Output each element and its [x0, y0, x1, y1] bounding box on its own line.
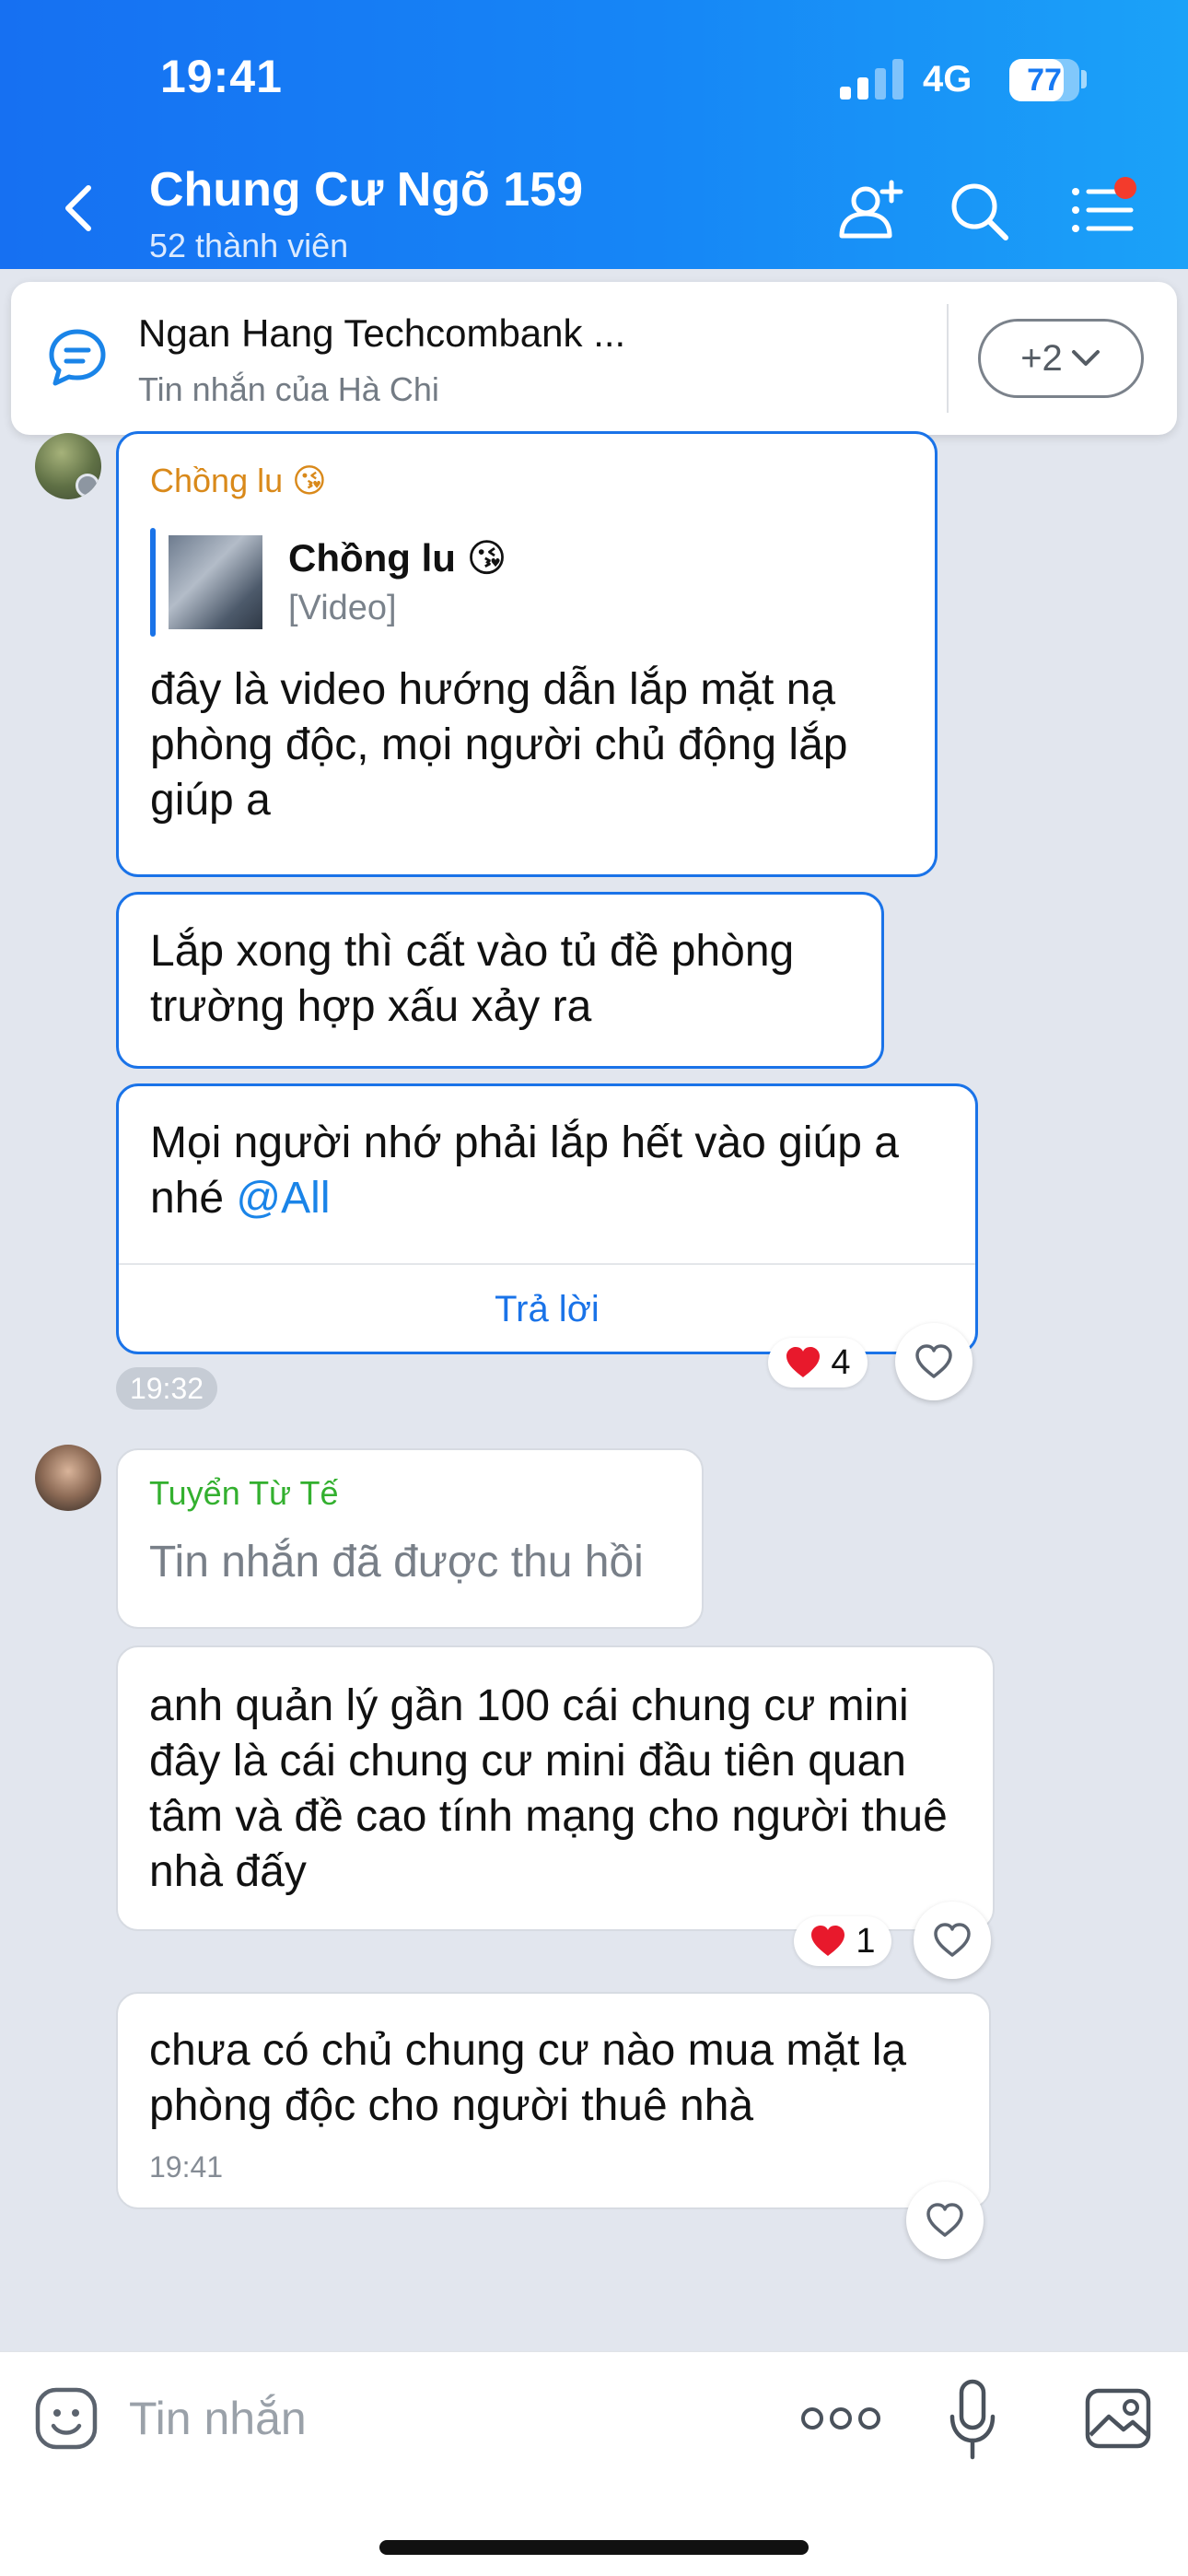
message-text: anh quản lý gần 100 cái chung cư mini đâ…	[149, 1681, 948, 1896]
like-button[interactable]	[914, 1902, 991, 1979]
status-time: 19:41	[160, 51, 283, 102]
battery-tip	[1081, 70, 1087, 88]
mention-all[interactable]: @All	[236, 1174, 330, 1223]
network-label: 4G	[923, 59, 973, 100]
quoted-message[interactable]: Chồng lu 😘 [Video]	[150, 528, 887, 637]
like-button[interactable]	[906, 2182, 984, 2259]
menu-button[interactable]	[1068, 177, 1138, 241]
sender-name[interactable]: Tuyển Từ Tế	[149, 1474, 339, 1513]
back-button[interactable]	[52, 175, 107, 241]
message-bubble[interactable]: Tuyển Từ Tế Tin nhắn đã được thu hồi	[116, 1448, 704, 1629]
message-bubble[interactable]: Mọi người nhớ phải lắp hết vào giúp a nh…	[116, 1083, 978, 1354]
video-thumbnail	[169, 535, 262, 629]
message-bubble[interactable]: Lắp xong thì cất vào tủ đề phòng trường …	[116, 892, 884, 1069]
battery-icon: 77	[1009, 59, 1079, 101]
divider	[947, 304, 949, 413]
heart-icon	[786, 1347, 821, 1377]
reaction-count: 1	[856, 1921, 876, 1961]
avatar[interactable]	[35, 1445, 101, 1511]
timestamp-chip: 19:32	[116, 1367, 217, 1410]
recalled-message-text: Tin nhắn đã được thu hồi	[149, 1538, 644, 1587]
like-button[interactable]	[895, 1323, 973, 1400]
avatar-badge-icon	[76, 474, 99, 498]
heart-outline-icon	[915, 1344, 952, 1378]
image-gallery-icon[interactable]	[1083, 2383, 1153, 2453]
chat-header: 19:41 4G 77 Chung Cư Ngõ 159 52 thành vi…	[0, 0, 1188, 269]
message-bubble[interactable]: anh quản lý gần 100 cái chung cư mini đâ…	[116, 1645, 995, 1931]
pinned-subtitle: Tin nhắn của Hà Chi	[138, 370, 439, 408]
pinned-message-bar[interactable]: Ngan Hang Techcombank ... Tin nhắn của H…	[11, 282, 1177, 435]
notification-dot	[1114, 177, 1136, 199]
message-time: 19:41	[149, 2150, 224, 2184]
avatar[interactable]	[35, 433, 101, 499]
member-count[interactable]: 52 thành viên	[149, 227, 348, 265]
reaction-count: 4	[831, 1342, 851, 1382]
quote-sender: Chồng lu 😘	[288, 536, 507, 580]
message-input[interactable]	[129, 2385, 645, 2452]
more-options-icon[interactable]	[799, 2398, 882, 2439]
add-member-icon[interactable]	[836, 177, 906, 241]
home-indicator	[379, 2540, 809, 2555]
pinned-more-button[interactable]: +2	[978, 319, 1144, 398]
message-text: đây là video hướng dẫn lắp mặt nạ phòng …	[150, 665, 848, 825]
message-input-bar	[0, 2351, 1188, 2576]
message-text: Lắp xong thì cất vào tủ đề phòng trường …	[150, 927, 795, 1031]
microphone-icon[interactable]	[945, 2378, 1000, 2463]
sticker-icon[interactable]	[33, 2385, 99, 2452]
pinned-title: Ngan Hang Techcombank ...	[138, 311, 626, 355]
signal-icon	[840, 59, 903, 100]
message-text: Mọi người nhớ phải lắp hết vào giúp a nh…	[150, 1116, 961, 1226]
sender-name[interactable]: Chồng lu 😘	[150, 462, 327, 500]
message-text: chưa có chủ chung cư nào mua mặt lạ phòn…	[149, 2026, 907, 2130]
message-bubble[interactable]: Chồng lu 😘 Chồng lu 😘 [Video] đây là vid…	[116, 431, 938, 877]
chevron-down-icon	[1071, 350, 1100, 366]
chat-bubble-icon	[49, 329, 106, 386]
battery-level: 77	[1027, 63, 1062, 98]
heart-icon	[811, 1926, 845, 1956]
heart-outline-icon	[934, 1923, 971, 1957]
message-bubble[interactable]: chưa có chủ chung cư nào mua mặt lạ phòn…	[116, 1992, 991, 2209]
reaction-summary[interactable]: 1	[794, 1916, 891, 1966]
reaction-summary[interactable]: 4	[768, 1338, 868, 1388]
divider	[119, 1263, 975, 1265]
pinned-more-label: +2	[1020, 337, 1063, 379]
search-icon[interactable]	[943, 177, 1013, 241]
quote-bar	[150, 528, 156, 637]
quote-type: [Video]	[288, 589, 397, 627]
chat-title[interactable]: Chung Cư Ngõ 159	[149, 162, 583, 217]
heart-outline-icon	[926, 2203, 963, 2237]
